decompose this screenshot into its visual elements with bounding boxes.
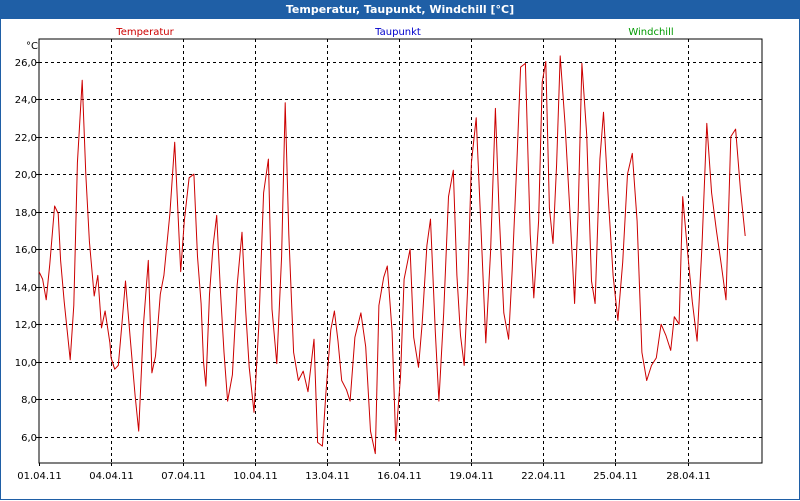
series-line-temperature	[38, 55, 746, 455]
y-axis-labels: 6,0 8,0 10,0 12,0 14,0 16,0 18,0 20,0 22,0 24,0 26…	[15, 58, 37, 444]
x-tick-label: 22.04.11	[521, 471, 566, 482]
y-unit-label: °C	[26, 41, 38, 52]
y-tick-label: 12,0	[15, 320, 37, 331]
y-tick-label: 20,0	[15, 170, 37, 181]
y-tick-label: 26,0	[15, 58, 37, 69]
x-tick-label: 16.04.11	[377, 471, 422, 482]
y-tick-label: 6,0	[21, 433, 37, 444]
x-tick-label: 25.04.11	[593, 471, 638, 482]
y-tick-label: 8,0	[21, 395, 37, 406]
y-tick-label: 14,0	[15, 283, 37, 294]
y-tick-label: 24,0	[15, 95, 37, 106]
x-tick-label: 07.04.11	[161, 471, 206, 482]
x-tick-label: 28.04.11	[666, 471, 711, 482]
y-tick-label: 18,0	[15, 208, 37, 219]
x-tick-label: 19.04.11	[449, 471, 494, 482]
chart-canvas: 6,0 8,0 10,0 12,0 14,0 16,0 18,0 20,0 22,0 24,0 26…	[15, 27, 763, 482]
legend-windchill: Windchill	[628, 27, 673, 38]
series-layer	[38, 55, 746, 455]
y-tick-label: 22,0	[15, 133, 37, 144]
x-axis-labels: 01.04.11 04.04.11 07.04.11 10.04.11 13.04.11…	[17, 471, 711, 482]
title-bar: Temperatur, Taupunkt, Windchill [°C]	[1, 1, 799, 19]
x-tick-label: 10.04.11	[233, 471, 278, 482]
legend-temperature: Temperatur	[115, 27, 174, 38]
x-tick-label: 13.04.11	[305, 471, 350, 482]
chart-window: 6,0 8,0 10,0 12,0 14,0 16,0 18,0 20,0 22,0 24,0 26…	[0, 0, 800, 500]
y-tick-label: 10,0	[15, 358, 37, 369]
x-tick-label: 01.04.11	[17, 471, 62, 482]
y-tick-label: 16,0	[15, 245, 37, 256]
legend-dewpoint: Taupunkt	[374, 27, 421, 38]
x-tick-label: 04.04.11	[89, 471, 134, 482]
